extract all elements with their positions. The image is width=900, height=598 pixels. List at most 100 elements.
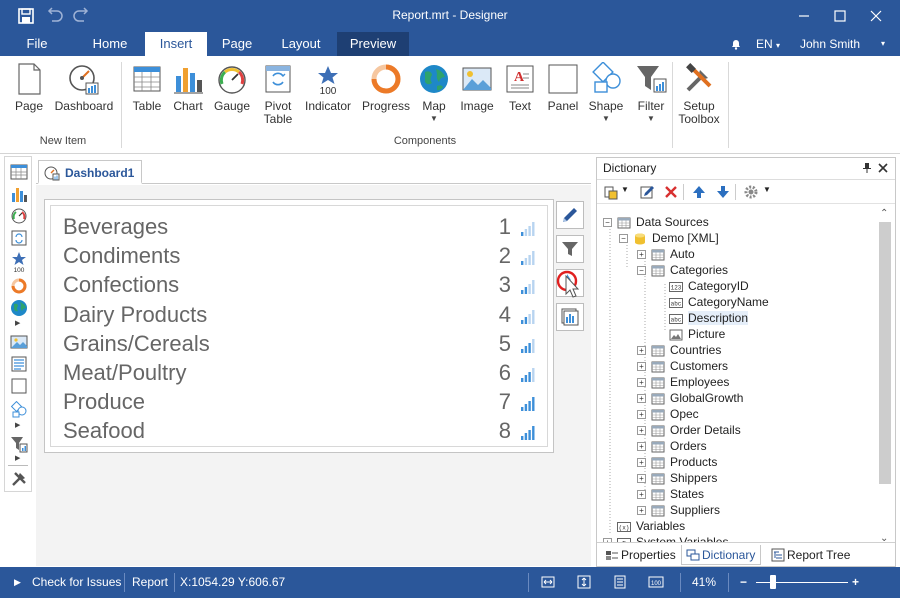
user-menu-chevron-icon[interactable]: ▾ [881,32,885,56]
tree-node[interactable]: Picture [655,326,725,342]
indicator-button[interactable]: 100 Indicator [304,60,352,134]
pivot-table-icon[interactable] [10,229,28,247]
expand-icon[interactable]: + [637,506,646,516]
pivot-table-button[interactable]: Pivot Table [258,60,298,134]
list-item[interactable]: Grains/Cereals 5 [63,331,539,360]
maximize-icon[interactable] [826,4,854,28]
tree-node[interactable]: + Opec [637,406,699,422]
tree-node[interactable]: (x) Variables [603,518,685,534]
expand-icon[interactable]: + [637,362,646,372]
tree-node[interactable]: + Customers [637,358,728,374]
move-down-icon[interactable] [715,184,731,200]
tab-home[interactable]: Home [82,32,138,56]
gear-chevron-icon[interactable]: ▼ [763,185,771,194]
tree-node[interactable]: + Auto [637,246,695,262]
tree-node[interactable]: + Orders [637,438,707,454]
chart-icon[interactable] [10,185,28,203]
shape-dropdown-chevron-icon[interactable]: ▼ [586,114,626,123]
delete-icon[interactable] [663,184,679,200]
zoom-100-icon[interactable]: 100 [648,574,664,590]
image-button[interactable]: Image [458,60,496,134]
page-height-icon[interactable] [576,574,592,590]
expand-icon[interactable]: + [637,250,646,260]
tree-node[interactable]: − Demo [XML] [619,230,719,246]
tree-node[interactable]: − Data Sources [603,214,709,230]
tab-report-tree[interactable]: Report Tree [767,545,850,565]
table-button[interactable]: Table [128,60,166,134]
expand-icon[interactable]: + [637,442,646,452]
filter-element-button[interactable] [556,235,584,263]
page-button[interactable]: Page [10,60,48,134]
expand-icon[interactable]: + [637,490,646,500]
user-name[interactable]: John Smith [800,32,860,56]
collapse-icon[interactable]: − [637,266,646,276]
expand-icon[interactable]: + [637,346,646,356]
design-canvas[interactable]: Beverages 1 Condiments 2 Confections 3 Dairy P… [36,185,591,566]
tab-preview[interactable]: Preview [337,32,409,56]
filter-expand-chevron-icon[interactable]: ▶ [15,454,20,462]
zoom-out-button[interactable]: − [740,575,747,589]
tree-node[interactable]: + Countries [637,342,721,358]
list-item[interactable]: Seafood 8 [63,418,539,447]
close-icon[interactable] [877,162,889,174]
shape-expand-chevron-icon[interactable]: ▶ [15,421,20,429]
map-dropdown-chevron-icon[interactable]: ▼ [416,114,452,123]
shape-icon[interactable] [10,401,28,419]
progress-icon[interactable] [10,277,28,295]
tree-node[interactable]: + Employees [637,374,729,390]
interaction-element-button[interactable] [556,269,584,298]
tab-dashboard1[interactable]: Dashboard1 [38,160,142,184]
expand-icon[interactable]: + [637,410,646,420]
minimize-icon[interactable] [790,4,818,28]
filter-button[interactable]: Filter ▼ [632,60,670,134]
filter-dropdown-chevron-icon[interactable]: ▼ [632,114,670,123]
tree-node[interactable]: + GlobalGrowth [637,390,743,406]
tree-node[interactable]: + Products [637,454,717,470]
text-button[interactable]: A Text [502,60,538,134]
language-selector[interactable]: EN ▾ [756,32,780,56]
tree-node[interactable]: + States [637,486,704,502]
list-item[interactable]: Produce 7 [63,389,539,418]
zoom-slider-thumb[interactable] [769,575,776,589]
whole-page-icon[interactable] [612,574,628,590]
list-box-element[interactable]: Beverages 1 Condiments 2 Confections 3 Dairy P… [44,199,554,453]
tab-layout[interactable]: Layout [270,32,332,56]
gear-icon[interactable] [743,184,759,200]
tab-properties[interactable]: Properties [601,545,676,565]
panel-button[interactable]: Panel [544,60,582,134]
chart-type-element-button[interactable] [556,303,584,331]
list-item[interactable]: Meat/Poultry 6 [63,360,539,389]
indicator-icon[interactable]: 100 [10,251,28,273]
table-icon[interactable] [10,163,28,181]
tree-node[interactable]: + Suppliers [637,502,720,518]
panel-icon[interactable] [10,377,28,395]
shape-button[interactable]: Shape ▼ [586,60,626,134]
pin-icon[interactable] [861,162,873,174]
expand-icon[interactable]: + [637,378,646,388]
tree-node[interactable]: 123 CategoryID [655,278,749,294]
filter-icon[interactable] [10,435,28,453]
tab-insert[interactable]: Insert [145,32,207,56]
expand-icon[interactable]: + [637,394,646,404]
check-for-issues-button[interactable]: Check for Issues [32,575,121,589]
dictionary-scrollbar[interactable]: ⌃ ⌄ [877,208,893,544]
move-up-icon[interactable] [691,184,707,200]
report-button[interactable]: Report [132,575,168,589]
close-icon[interactable] [862,4,890,28]
list-item[interactable]: Condiments 2 [63,243,539,272]
page-width-icon[interactable] [540,574,556,590]
tree-node[interactable]: − Categories [637,262,728,278]
setup-toolbox-button[interactable]: Setup Toolbox [676,60,722,134]
scrollbar-thumb[interactable] [879,222,891,484]
tree-node[interactable]: + Shippers [637,470,717,486]
gauge-button[interactable]: Gauge [212,60,252,134]
bell-icon[interactable] [730,38,742,50]
expand-arrow-icon[interactable]: ▶ [14,577,21,588]
map-button[interactable]: Map ▼ [416,60,452,134]
expand-icon[interactable]: + [637,426,646,436]
tab-page[interactable]: Page [210,32,264,56]
new-item-icon[interactable] [603,184,619,200]
tree-node[interactable]: +ΣSystem Variables [603,534,728,542]
tree-node[interactable]: + Order Details [637,422,741,438]
image-icon[interactable] [10,333,28,351]
